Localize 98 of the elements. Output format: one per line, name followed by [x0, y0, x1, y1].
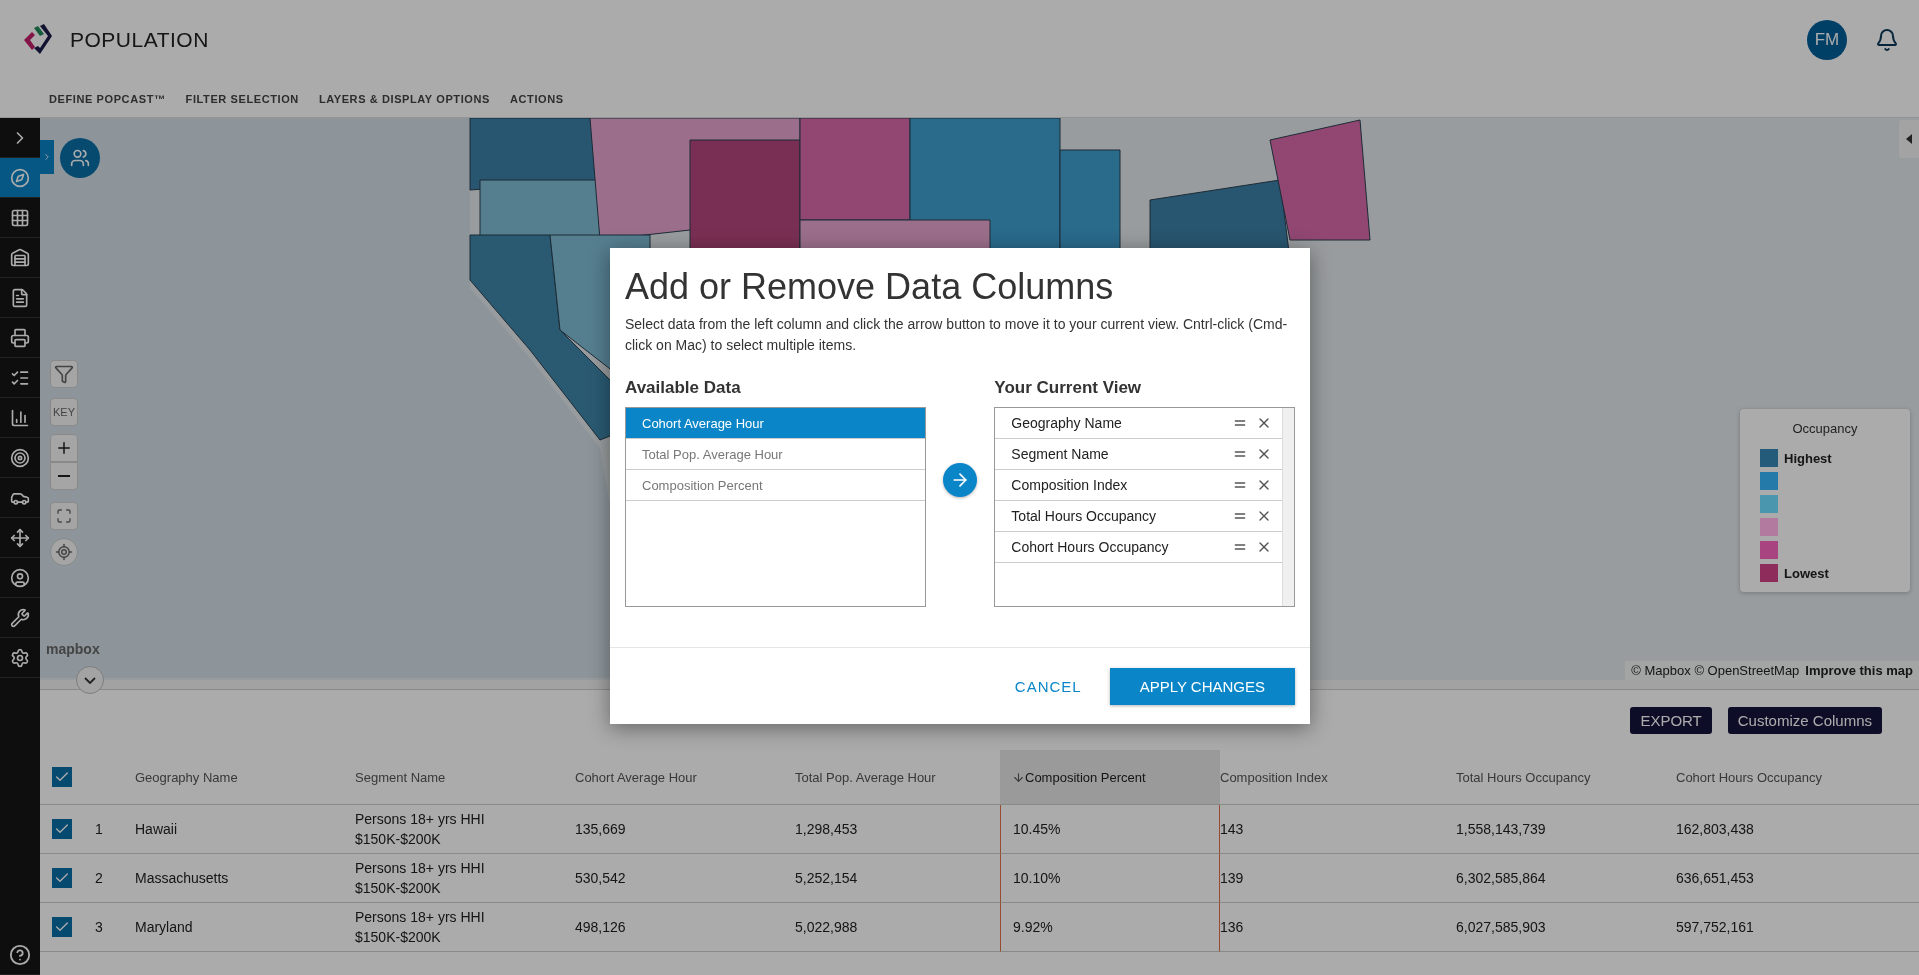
table-cell-text: 135,669	[575, 820, 626, 839]
target-icon	[10, 447, 30, 468]
legend-label: Lowest	[1784, 565, 1829, 581]
table-cell-text: 1,298,453	[795, 820, 858, 839]
row-checkbox[interactable]	[52, 917, 72, 937]
help-icon	[9, 943, 31, 966]
mapbox-logo[interactable]: mapbox	[46, 640, 100, 658]
sort-arrow-icon	[1012, 770, 1025, 784]
cancel-button[interactable]: CANCEL	[1014, 677, 1082, 695]
table-cell-text: 1,558,143,739	[1456, 820, 1546, 839]
app-title: POPULATION	[70, 28, 209, 52]
legend-label: Highest	[1784, 450, 1832, 466]
row-checkbox[interactable]	[52, 868, 72, 888]
list-title: Your Current View	[994, 378, 1143, 398]
improve-map-link[interactable]: Improve this map	[1805, 663, 1913, 678]
settings-icon	[10, 647, 30, 668]
user-icon	[10, 567, 30, 588]
select-all-checkbox[interactable]	[52, 767, 72, 787]
dialog-title: Add or Remove Data Columns	[625, 266, 1115, 308]
toolbar-button[interactable]: Customize Columns	[1727, 706, 1882, 734]
row-checkbox[interactable]	[52, 819, 72, 839]
move-icon	[10, 527, 30, 548]
column-header[interactable]: Composition Percent	[1025, 769, 1146, 785]
apply-changes-button[interactable]: APPLY CHANGES	[1109, 667, 1295, 705]
table-cell-text: Persons 18+ yrs HHI $150K-$200K	[355, 908, 486, 947]
table-cell-text: 5,022,988	[795, 918, 858, 937]
building-icon	[10, 247, 30, 268]
user-avatar[interactable]: FM	[1807, 20, 1847, 60]
wrench-icon	[10, 607, 30, 628]
table-cell-text: 10.45%	[1013, 820, 1061, 839]
table-cell-text: Persons 18+ yrs HHI $150K-$200K	[355, 810, 486, 849]
compass-icon	[10, 167, 30, 188]
chevron-right-icon	[42, 152, 52, 162]
table-cell-text: 597,752,161	[1676, 918, 1754, 937]
column-header[interactable]: Composition Index	[1220, 769, 1328, 785]
panel-toggle-tab[interactable]	[40, 140, 54, 174]
list-title: Available Data	[625, 378, 742, 398]
table-cell-text: 498,126	[575, 918, 626, 937]
table-cell-text: 530,542	[575, 869, 626, 888]
key-button[interactable]: KEY	[50, 398, 78, 426]
table-cell-text: 636,651,453	[1676, 869, 1754, 888]
column-header[interactable]: Total Hours Occupancy	[1456, 769, 1591, 785]
column-header[interactable]: Total Pop. Average Hour	[795, 769, 936, 785]
filter-icon	[54, 364, 74, 384]
table-cell-text: Maryland	[135, 918, 193, 937]
row-number: 2	[95, 870, 103, 886]
fullscreen-icon	[56, 508, 72, 524]
table-cell-text: Hawaii	[135, 820, 177, 839]
table-cell-text: Persons 18+ yrs HHI $150K-$200K	[355, 859, 486, 898]
table-cell-text: 143	[1220, 820, 1244, 839]
plus-icon	[55, 439, 73, 457]
list-item[interactable]: Cohort Average Hour	[626, 408, 925, 439]
printer-icon	[10, 327, 30, 348]
chevron-down-icon	[84, 676, 96, 684]
minus-icon	[58, 475, 70, 477]
column-header[interactable]: Segment Name	[355, 769, 446, 785]
nav-tab[interactable]: DEFINE POPCAST™	[49, 92, 166, 105]
collapse-tab[interactable]	[1899, 120, 1919, 158]
locate-icon	[55, 543, 73, 561]
users-icon	[70, 148, 90, 168]
table-cell-text: Massachusetts	[135, 869, 229, 888]
column-header[interactable]: Cohort Average Hour	[575, 769, 697, 785]
move-right-button[interactable]	[943, 463, 977, 497]
list-item-label[interactable]: Segment Name	[1011, 446, 1224, 462]
bar-chart-icon	[10, 407, 30, 428]
list-item-label[interactable]: Cohort Hours Occupancy	[1011, 539, 1224, 555]
attribution-text: © Mapbox © OpenStreetMap	[1631, 663, 1800, 678]
row-number: 1	[95, 821, 103, 837]
table-cell-text: 136	[1220, 918, 1244, 937]
nav-tab[interactable]: LAYERS & DISPLAY OPTIONS	[318, 92, 490, 105]
list-item-label[interactable]: Geography Name	[1011, 415, 1224, 431]
table-cell-text: 10.10%	[1013, 869, 1061, 888]
table-cell-text: 139	[1220, 869, 1244, 888]
legend-title: Occupancy	[1792, 421, 1858, 436]
column-header[interactable]: Geography Name	[135, 769, 238, 785]
row-number: 3	[95, 919, 103, 935]
zoom-in-button[interactable]	[50, 434, 78, 462]
table-cell-text: 162,803,438	[1676, 820, 1754, 839]
triangle-left-icon	[1906, 134, 1912, 144]
nav-tab[interactable]: ACTIONS	[509, 92, 564, 105]
document-icon	[10, 287, 30, 308]
table-cell-text: 9.92%	[1013, 918, 1053, 937]
filter-button[interactable]	[50, 360, 78, 388]
notification-bell-icon[interactable]	[1875, 28, 1899, 52]
list-item-label[interactable]: Total Hours Occupancy	[1011, 508, 1224, 524]
dialog-description: Select data from the left column and click the arrow button to move it to your current view. Cntrl-click (Cmd-click on Mac) to select multiple items.	[625, 315, 1289, 355]
nav-tab[interactable]: FILTER SELECTION	[185, 92, 299, 105]
list-item-label[interactable]: Composition Index	[1011, 477, 1224, 493]
zoom-out-button[interactable]	[50, 462, 78, 490]
grid-icon	[10, 207, 30, 228]
column-header[interactable]: Cohort Hours Occupancy	[1676, 769, 1822, 785]
table-cell-text: 6,302,585,864	[1456, 869, 1546, 888]
fullscreen-button[interactable]	[50, 502, 78, 530]
scrollbar[interactable]	[1282, 408, 1294, 606]
toolbar-button[interactable]: EXPORT	[1630, 706, 1712, 734]
sidebar-item[interactable]	[0, 158, 40, 198]
table-cell-text: 6,027,585,903	[1456, 918, 1546, 937]
table-cell-text: 5,252,154	[795, 869, 858, 888]
